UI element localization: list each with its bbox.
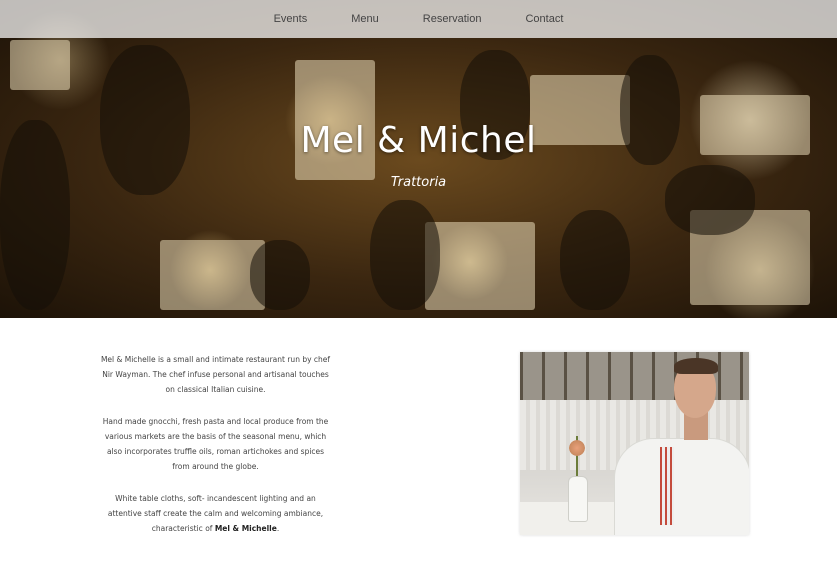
nav-contact-link[interactable]: Contact [525, 13, 563, 25]
about-paragraph-1: Mel & Michelle is a small and intimate r… [100, 355, 331, 394]
hero-banner: Events Menu Reservation Contact Mel & Mi… [0, 0, 837, 318]
restaurant-name-bold: Mel & Michelle [214, 524, 277, 533]
nav-menu-link[interactable]: Menu [351, 13, 379, 25]
nav-reservation-link[interactable]: Reservation [423, 13, 482, 25]
about-paragraph-3-end: . [276, 524, 280, 533]
about-text: Mel & Michelle is a small and intimate r… [98, 352, 333, 553]
restaurant-subtitle: Trattoria [390, 175, 447, 190]
top-navigation: Events Menu Reservation Contact [0, 0, 837, 38]
about-section: Mel & Michelle is a small and intimate r… [0, 318, 837, 571]
restaurant-title: Mel & Michel [300, 120, 537, 161]
nav-events-link[interactable]: Events [274, 13, 308, 25]
about-paragraph-3: White table cloths, soft- incandescent l… [98, 491, 333, 536]
chef-photo [520, 352, 749, 535]
about-paragraph-2: Hand made gnocchi, fresh pasta and local… [102, 417, 329, 471]
